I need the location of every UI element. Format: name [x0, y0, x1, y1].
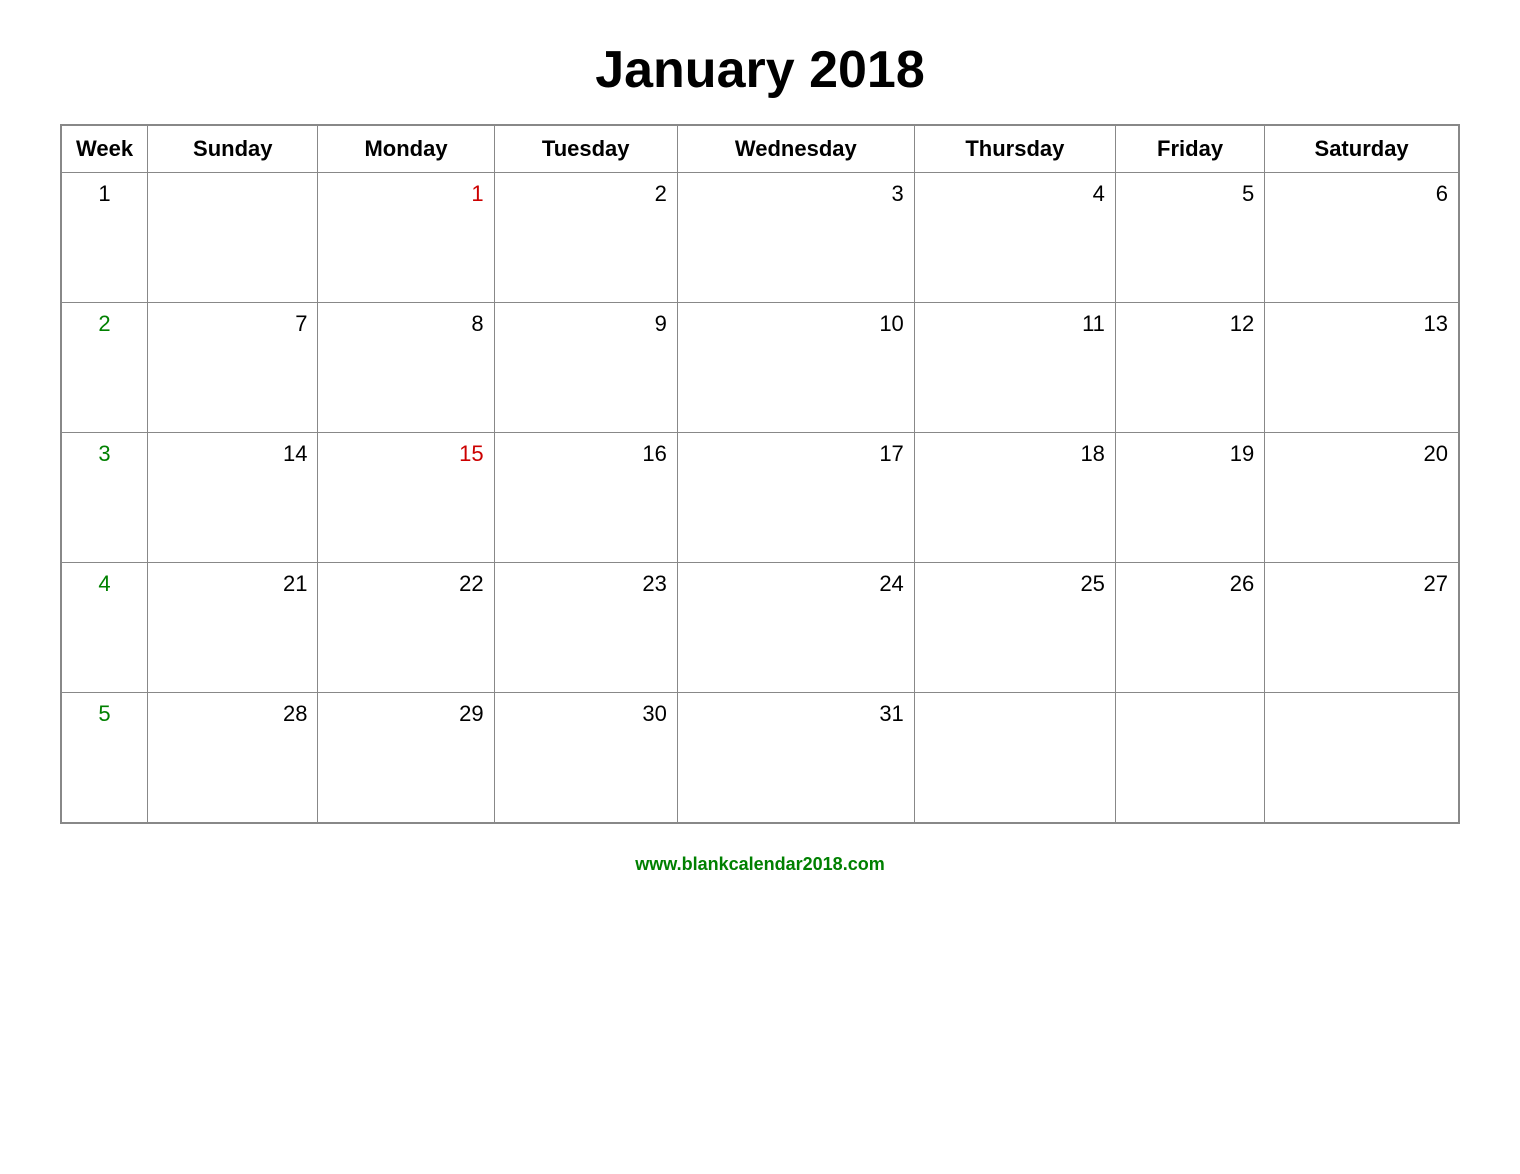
day-cell	[1265, 693, 1459, 823]
day-number: 2	[505, 181, 667, 207]
day-cell: 15	[318, 433, 494, 563]
col-header-week: Week	[61, 125, 148, 173]
day-cell: 1	[318, 173, 494, 303]
day-number: 9	[505, 311, 667, 337]
week-number-3: 3	[61, 433, 148, 563]
footer-url: www.blankcalendar2018.com	[635, 854, 884, 874]
day-cell: 29	[318, 693, 494, 823]
day-number: 12	[1126, 311, 1254, 337]
day-number: 25	[925, 571, 1105, 597]
day-number: 28	[158, 701, 307, 727]
day-cell: 11	[914, 303, 1115, 433]
day-number: 3	[688, 181, 904, 207]
day-number: 16	[505, 441, 667, 467]
day-number: 26	[1126, 571, 1254, 597]
day-cell	[1115, 693, 1264, 823]
day-cell: 18	[914, 433, 1115, 563]
week-label: 4	[98, 571, 110, 596]
day-number: 29	[328, 701, 483, 727]
col-header-wednesday: Wednesday	[677, 125, 914, 173]
calendar-row-week-3: 3 14 15 16 17 18 19 20	[61, 433, 1459, 563]
day-cell: 31	[677, 693, 914, 823]
day-cell: 4	[914, 173, 1115, 303]
week-number-4: 4	[61, 563, 148, 693]
day-cell: 27	[1265, 563, 1459, 693]
day-number: 13	[1275, 311, 1448, 337]
col-header-friday: Friday	[1115, 125, 1264, 173]
page-title: January 2018	[595, 40, 925, 100]
day-number: 10	[688, 311, 904, 337]
day-cell: 8	[318, 303, 494, 433]
calendar-row-week-2: 2 789 10 11 12 13	[61, 303, 1459, 433]
day-cell: 10	[677, 303, 914, 433]
day-cell: 25	[914, 563, 1115, 693]
col-header-sunday: Sunday	[148, 125, 318, 173]
day-cell: 2	[494, 173, 677, 303]
day-number: 21	[158, 571, 307, 597]
day-number: 1	[328, 181, 483, 207]
day-cell	[914, 693, 1115, 823]
day-cell: 19	[1115, 433, 1264, 563]
day-cell: 30	[494, 693, 677, 823]
week-number-2: 2	[61, 303, 148, 433]
week-label: 2	[98, 311, 110, 336]
calendar-row-week-4: 4 21 22 23 24 25 26 27	[61, 563, 1459, 693]
col-header-tuesday: Tuesday	[494, 125, 677, 173]
day-number: 30	[505, 701, 667, 727]
col-header-thursday: Thursday	[914, 125, 1115, 173]
day-cell: 5	[1115, 173, 1264, 303]
week-label: 5	[98, 701, 110, 726]
day-number: 4	[925, 181, 1105, 207]
day-number: 31	[688, 701, 904, 727]
calendar-row-week-1: 1123456	[61, 173, 1459, 303]
day-number: 17	[688, 441, 904, 467]
day-cell: 17	[677, 433, 914, 563]
col-header-monday: Monday	[318, 125, 494, 173]
day-cell: 23	[494, 563, 677, 693]
day-number: 27	[1275, 571, 1448, 597]
day-number: 20	[1275, 441, 1448, 467]
week-number-5: 5	[61, 693, 148, 823]
day-cell: 6	[1265, 173, 1459, 303]
day-cell: 24	[677, 563, 914, 693]
day-number: 22	[328, 571, 483, 597]
week-label: 1	[98, 181, 110, 206]
week-label: 3	[98, 441, 110, 466]
day-cell: 16	[494, 433, 677, 563]
day-number: 8	[328, 311, 483, 337]
day-cell	[148, 173, 318, 303]
col-header-saturday: Saturday	[1265, 125, 1459, 173]
day-number: 24	[688, 571, 904, 597]
day-cell: 20	[1265, 433, 1459, 563]
day-number: 14	[158, 441, 307, 467]
day-number: 5	[1126, 181, 1254, 207]
day-cell: 21	[148, 563, 318, 693]
day-number: 18	[925, 441, 1105, 467]
day-cell: 12	[1115, 303, 1264, 433]
calendar-table: WeekSundayMondayTuesdayWednesdayThursday…	[60, 124, 1460, 824]
day-number: 15	[328, 441, 483, 467]
day-number: 7	[158, 311, 307, 337]
day-cell: 3	[677, 173, 914, 303]
day-number: 6	[1275, 181, 1448, 207]
day-number: 11	[925, 311, 1105, 337]
calendar-row-week-5: 5 28 29 30 31	[61, 693, 1459, 823]
day-number: 19	[1126, 441, 1254, 467]
day-cell: 9	[494, 303, 677, 433]
day-cell: 14	[148, 433, 318, 563]
day-number: 23	[505, 571, 667, 597]
day-cell: 13	[1265, 303, 1459, 433]
footer: www.blankcalendar2018.com	[635, 854, 884, 875]
day-cell: 26	[1115, 563, 1264, 693]
day-cell: 22	[318, 563, 494, 693]
day-cell: 28	[148, 693, 318, 823]
day-cell: 7	[148, 303, 318, 433]
week-number-1: 1	[61, 173, 148, 303]
